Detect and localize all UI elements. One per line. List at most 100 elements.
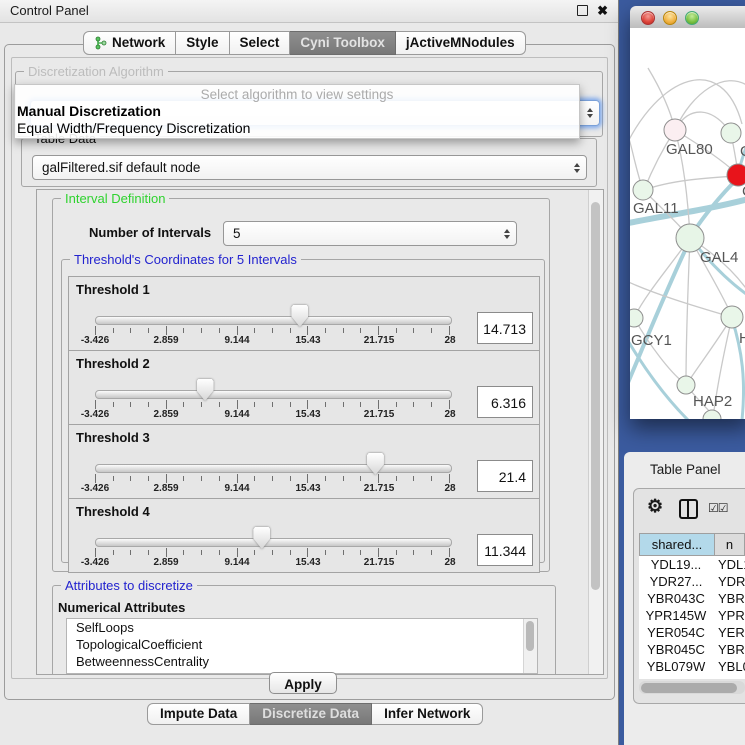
network-node[interactable] — [633, 180, 653, 200]
node-label: GAL4 — [700, 249, 738, 266]
tick-label: 15.43 — [295, 409, 320, 420]
slider-track[interactable] — [95, 538, 452, 547]
node-label: GA — [740, 143, 745, 160]
gear-icon[interactable]: ⚙ — [647, 496, 663, 517]
table-cell: YLR345W — [639, 675, 713, 679]
attributes-scrollbar[interactable] — [523, 619, 537, 673]
node-label: GCY1 — [631, 332, 672, 349]
network-view-window: GAL80GACGAL11GAL4GCY1HHAP2 — [630, 6, 745, 419]
attributes-scrollbar-thumb[interactable] — [526, 621, 534, 651]
table-row[interactable]: YPR145WYPR1 — [639, 607, 745, 624]
cyni-toolbox-pane: Discretization Algorithm Table Data galF… — [4, 44, 615, 700]
tick-label: 9.144 — [224, 557, 249, 568]
threshold-value-field[interactable]: 6.316 — [477, 386, 533, 418]
table-horizontal-scrollbar[interactable] — [639, 681, 745, 694]
tick-mark — [360, 402, 361, 407]
table-scrollbar-thumb[interactable] — [641, 683, 737, 693]
tick-mark — [378, 400, 379, 409]
slider-track[interactable] — [95, 464, 452, 473]
threshold-title: Threshold 1 — [76, 282, 150, 297]
interval-definition-group: Interval Definition Number of Intervals … — [52, 198, 550, 572]
network-node[interactable] — [721, 123, 741, 143]
settings-scrollbar-thumb[interactable] — [591, 202, 600, 590]
tick-labels: -3.4262.8599.14415.4321.71528 — [95, 409, 450, 421]
network-node[interactable] — [703, 410, 721, 419]
table-cell: YDR27... — [639, 573, 713, 590]
table-row[interactable]: YER054CYER0 — [639, 624, 745, 641]
tab-cyni-toolbox[interactable]: Cyni Toolbox — [290, 31, 396, 55]
slider-track[interactable] — [95, 316, 452, 325]
tick-mark — [95, 548, 96, 557]
network-node[interactable] — [677, 376, 695, 394]
close-traffic-light-icon[interactable] — [641, 11, 655, 25]
node-label: GAL11 — [633, 200, 679, 217]
network-edge — [686, 238, 690, 383]
threshold-value-field[interactable]: 11.344 — [477, 534, 533, 566]
float-window-icon[interactable] — [577, 5, 588, 16]
table-cell: YBR045C — [639, 641, 713, 658]
algorithm-option-manual[interactable]: Manual Discretization — [17, 103, 161, 119]
algorithm-placeholder-option[interactable]: Select algorithm to view settings — [15, 87, 579, 102]
tick-label: 9.144 — [224, 409, 249, 420]
threshold-value-field[interactable]: 14.713 — [477, 312, 533, 344]
network-node[interactable] — [630, 309, 643, 327]
settings-vertical-scrollbar[interactable] — [588, 190, 603, 674]
network-node[interactable] — [721, 306, 743, 328]
tick-marks — [95, 400, 450, 409]
table-data-combobox[interactable]: galFiltered.sif default node — [32, 155, 587, 180]
tab-discretize-data[interactable]: Discretize Data — [250, 703, 372, 725]
table-rows: YDL19...YDL1YDR27...YDR2YBR043CYBR0YPR14… — [639, 556, 745, 679]
numerical-attributes-list[interactable]: SelfLoopsTopologicalCoefficientBetweenne… — [66, 618, 538, 674]
tick-mark — [166, 400, 167, 409]
slider-thumb[interactable] — [367, 453, 384, 475]
split-columns-icon[interactable] — [679, 499, 698, 519]
slider-thumb-shape — [253, 527, 270, 549]
top-tab-bar: Network Style Select Cyni Toolbox jActiv… — [83, 31, 526, 55]
table-row[interactable]: YDR27...YDR2 — [639, 573, 745, 590]
slider-thumb[interactable] — [253, 527, 270, 549]
tab-style-label: Style — [186, 32, 218, 54]
tab-impute-data[interactable]: Impute Data — [147, 703, 250, 725]
table-row[interactable]: YDL19...YDL1 — [639, 556, 745, 573]
table-cell: YDR2 — [713, 573, 745, 590]
tab-style[interactable]: Style — [176, 31, 229, 55]
tick-mark — [290, 550, 291, 555]
tab-select[interactable]: Select — [230, 31, 291, 55]
network-node[interactable] — [676, 224, 704, 252]
tick-mark — [183, 476, 184, 481]
tick-mark — [307, 474, 308, 483]
table-row[interactable]: YBR043CYBR0 — [639, 590, 745, 607]
tick-mark — [148, 476, 149, 481]
tick-labels: -3.4262.8599.14415.4321.71528 — [95, 335, 450, 347]
column-header-shared[interactable]: shared... — [640, 534, 715, 555]
slider-thumb[interactable] — [197, 379, 214, 401]
table-row[interactable]: YBL079WYBL0 — [639, 658, 745, 675]
tab-infer-network-label: Infer Network — [384, 706, 470, 721]
table-row[interactable]: YBR045CYBR0 — [639, 641, 745, 658]
attribute-item[interactable]: SelfLoops — [67, 619, 537, 636]
algorithm-option-equal-width[interactable]: Equal Width/Frequency Discretization — [17, 120, 250, 136]
threshold-title: Threshold 4 — [76, 504, 150, 519]
checkbox-columns-icon[interactable]: ☑☑ — [708, 501, 728, 515]
apply-button[interactable]: Apply — [269, 672, 337, 694]
slider-track[interactable] — [95, 390, 452, 399]
tick-mark — [290, 476, 291, 481]
num-intervals-combobox[interactable]: 5 — [223, 221, 517, 246]
tab-infer-network[interactable]: Infer Network — [372, 703, 483, 725]
tab-jactivemnodules[interactable]: jActiveMNodules — [396, 31, 526, 55]
network-canvas[interactable]: GAL80GACGAL11GAL4GCY1HHAP2 — [630, 28, 745, 419]
tab-network[interactable]: Network — [83, 31, 176, 55]
zoom-traffic-light-icon[interactable] — [685, 11, 699, 25]
slider-thumb[interactable] — [291, 305, 308, 327]
attribute-item[interactable]: BetweennessCentrality — [67, 653, 537, 670]
minimize-traffic-light-icon[interactable] — [663, 11, 677, 25]
column-header-name[interactable]: n — [715, 534, 744, 555]
network-node[interactable] — [664, 119, 686, 141]
table-row[interactable]: YLR345WYLR3 — [639, 675, 745, 679]
close-icon[interactable]: ✖ — [597, 4, 608, 17]
threshold-value-field[interactable]: 21.4 — [477, 460, 533, 492]
tick-mark — [307, 400, 308, 409]
attribute-item[interactable]: TopologicalCoefficient — [67, 636, 537, 653]
table-cell: YDL19... — [639, 556, 713, 573]
tick-mark — [183, 550, 184, 555]
